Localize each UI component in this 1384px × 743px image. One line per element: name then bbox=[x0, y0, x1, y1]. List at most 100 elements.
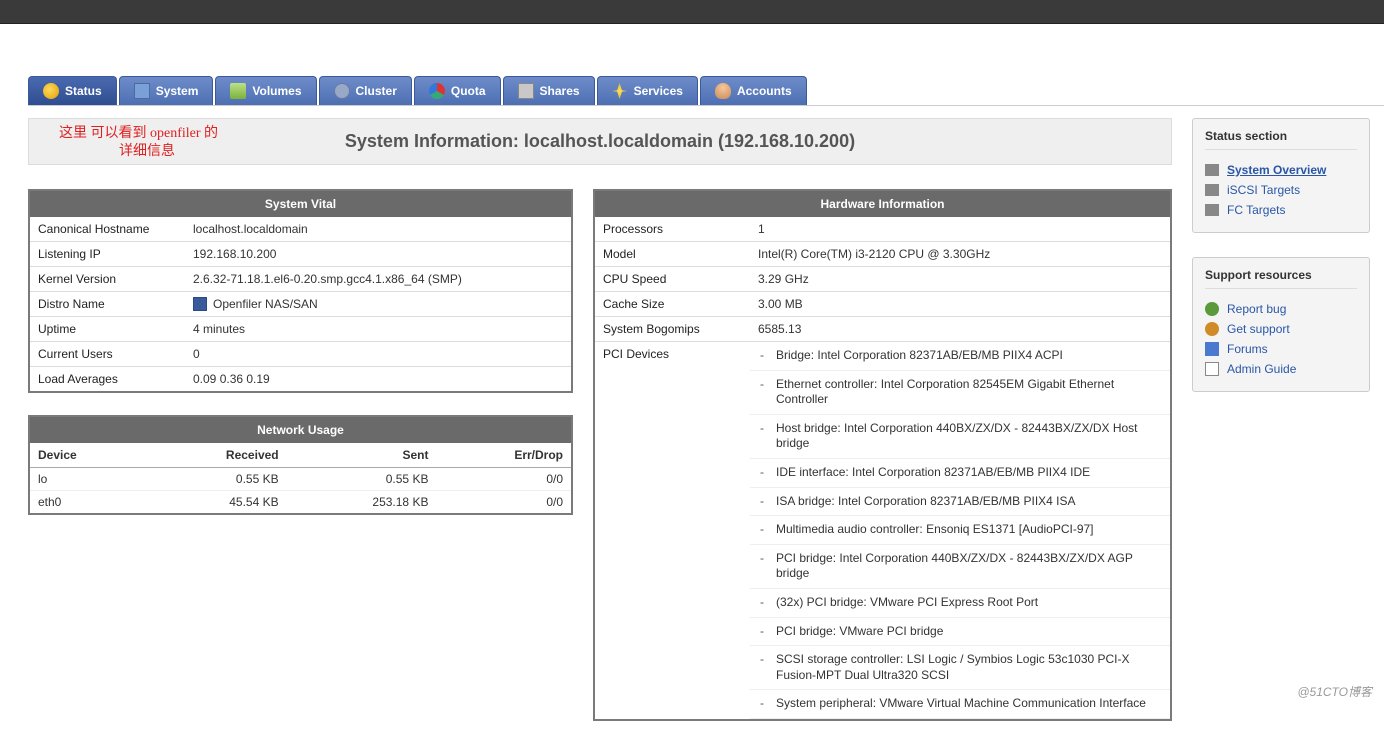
list-item: PCI bridge: VMware PCI bridge bbox=[750, 618, 1170, 647]
tab-label: Services bbox=[634, 84, 683, 98]
tab-status[interactable]: Status bbox=[28, 76, 117, 105]
row-value: 3.29 GHz bbox=[750, 267, 1170, 292]
cell: eth0 bbox=[30, 491, 144, 514]
sidebar-link[interactable]: iSCSI Targets bbox=[1227, 183, 1300, 197]
tab-services[interactable]: Services bbox=[597, 76, 698, 105]
distro-icon bbox=[193, 297, 207, 311]
support-icon bbox=[1205, 322, 1219, 336]
row-label: Listening IP bbox=[30, 242, 185, 267]
table-header-row: DeviceReceivedSentErr/Drop bbox=[30, 443, 571, 468]
volumes-icon bbox=[230, 83, 246, 99]
status-section-list: System Overview iSCSI Targets FC Targets bbox=[1205, 160, 1357, 220]
table-row: Processors1 bbox=[595, 217, 1170, 242]
quota-icon bbox=[429, 83, 445, 99]
list-item: (32x) PCI bridge: VMware PCI Express Roo… bbox=[750, 589, 1170, 618]
guide-icon bbox=[1205, 362, 1219, 376]
pci-list-cell: Bridge: Intel Corporation 82371AB/EB/MB … bbox=[750, 342, 1170, 719]
row-value: 0 bbox=[185, 342, 571, 367]
hardware-info-heading: Hardware Information bbox=[595, 191, 1170, 217]
tab-accounts[interactable]: Accounts bbox=[700, 76, 807, 105]
row-value: localhost.localdomain bbox=[185, 217, 571, 242]
tab-label: Cluster bbox=[356, 84, 397, 98]
pci-devices-row: PCI DevicesBridge: Intel Corporation 823… bbox=[595, 342, 1170, 719]
row-label: Distro Name bbox=[30, 292, 185, 317]
disk-icon bbox=[1205, 184, 1219, 196]
list-item: Ethernet controller: Intel Corporation 8… bbox=[750, 371, 1170, 415]
status-section-heading: Status section bbox=[1205, 129, 1357, 150]
sidebar-link[interactable]: FC Targets bbox=[1227, 203, 1285, 217]
sidebar-link[interactable]: Report bug bbox=[1227, 302, 1286, 316]
table-row: lo0.55 KB0.55 KB0/0 bbox=[30, 468, 571, 491]
tab-quota[interactable]: Quota bbox=[414, 76, 501, 105]
col-header: Received bbox=[144, 443, 287, 468]
sidebar-item: FC Targets bbox=[1205, 200, 1357, 220]
tab-label: Volumes bbox=[252, 84, 301, 98]
table-row: System Bogomips6585.13 bbox=[595, 317, 1170, 342]
sidebar-item: Get support bbox=[1205, 319, 1357, 339]
cell: 0.55 KB bbox=[144, 468, 287, 491]
tab-system[interactable]: System bbox=[119, 76, 214, 105]
tab-label: Status bbox=[65, 84, 102, 98]
forums-icon bbox=[1205, 342, 1219, 356]
support-resources-list: Report bug Get support Forums Admin Guide bbox=[1205, 299, 1357, 379]
table-row: Distro NameOpenfiler NAS/SAN bbox=[30, 292, 571, 317]
row-label: PCI Devices bbox=[595, 342, 750, 719]
disk-icon bbox=[1205, 164, 1219, 176]
tab-label: Quota bbox=[451, 84, 486, 98]
table-row: ModelIntel(R) Core(TM) i3-2120 CPU @ 3.3… bbox=[595, 242, 1170, 267]
list-item: IDE interface: Intel Corporation 82371AB… bbox=[750, 459, 1170, 488]
list-item: ISA bridge: Intel Corporation 82371AB/EB… bbox=[750, 488, 1170, 517]
system-icon bbox=[134, 83, 150, 99]
page-title-bar: 这里 可以看到 openfiler 的 详细信息 System Informat… bbox=[28, 118, 1172, 165]
row-label: CPU Speed bbox=[595, 267, 750, 292]
table-row: CPU Speed3.29 GHz bbox=[595, 267, 1170, 292]
list-item: System peripheral: VMware Virtual Machin… bbox=[750, 690, 1170, 719]
disk-icon bbox=[1205, 204, 1219, 216]
row-label: Uptime bbox=[30, 317, 185, 342]
row-value: 2.6.32-71.18.1.el6-0.20.smp.gcc4.1.x86_6… bbox=[185, 267, 571, 292]
table-row: eth045.54 KB253.18 KB0/0 bbox=[30, 491, 571, 514]
network-usage-table: DeviceReceivedSentErr/Droplo0.55 KB0.55 … bbox=[30, 443, 571, 513]
col-header: Device bbox=[30, 443, 144, 468]
hardware-info-panel: Hardware Information Processors1ModelInt… bbox=[593, 189, 1172, 721]
network-usage-heading: Network Usage bbox=[30, 417, 571, 443]
table-row: Canonical Hostnamelocalhost.localdomain bbox=[30, 217, 571, 242]
list-item: PCI bridge: Intel Corporation 440BX/ZX/D… bbox=[750, 545, 1170, 589]
col-header: Sent bbox=[287, 443, 437, 468]
table-row: Uptime4 minutes bbox=[30, 317, 571, 342]
annotation-line: 详细信息 bbox=[59, 143, 218, 161]
hardware-info-table: Processors1ModelIntel(R) Core(TM) i3-212… bbox=[595, 217, 1170, 719]
system-vital-panel: System Vital Canonical Hostnamelocalhost… bbox=[28, 189, 573, 393]
row-value: Openfiler NAS/SAN bbox=[185, 292, 571, 317]
row-value: 3.00 MB bbox=[750, 292, 1170, 317]
services-icon bbox=[612, 83, 628, 99]
tab-label: System bbox=[156, 84, 199, 98]
accounts-icon bbox=[715, 83, 731, 99]
row-label: Model bbox=[595, 242, 750, 267]
tab-volumes[interactable]: Volumes bbox=[215, 76, 316, 105]
row-label: Cache Size bbox=[595, 292, 750, 317]
row-value: 6585.13 bbox=[750, 317, 1170, 342]
tab-shares[interactable]: Shares bbox=[503, 76, 595, 105]
sidebar-link[interactable]: Get support bbox=[1227, 322, 1290, 336]
row-label: Load Averages bbox=[30, 367, 185, 392]
tab-label: Shares bbox=[540, 84, 580, 98]
list-item: Host bridge: Intel Corporation 440BX/ZX/… bbox=[750, 415, 1170, 459]
row-label: System Bogomips bbox=[595, 317, 750, 342]
status-section-box: Status section System Overview iSCSI Targ… bbox=[1192, 118, 1370, 233]
top-bar bbox=[0, 0, 1384, 24]
status-icon bbox=[43, 83, 59, 99]
row-label: Processors bbox=[595, 217, 750, 242]
annotation-line: 这里 可以看到 openfiler 的 bbox=[59, 125, 218, 143]
cell: lo bbox=[30, 468, 144, 491]
list-item: Multimedia audio controller: Ensoniq ES1… bbox=[750, 516, 1170, 545]
sidebar-link[interactable]: Forums bbox=[1227, 342, 1268, 356]
sidebar-link[interactable]: Admin Guide bbox=[1227, 362, 1296, 376]
row-value: 0.09 0.36 0.19 bbox=[185, 367, 571, 392]
tab-cluster[interactable]: Cluster bbox=[319, 76, 412, 105]
cell: 0/0 bbox=[436, 468, 571, 491]
pci-list: Bridge: Intel Corporation 82371AB/EB/MB … bbox=[750, 342, 1170, 719]
system-vital-table: Canonical Hostnamelocalhost.localdomainL… bbox=[30, 217, 571, 391]
sidebar-link[interactable]: System Overview bbox=[1227, 163, 1326, 177]
watermark: @51CTO博客 bbox=[1297, 683, 1372, 700]
